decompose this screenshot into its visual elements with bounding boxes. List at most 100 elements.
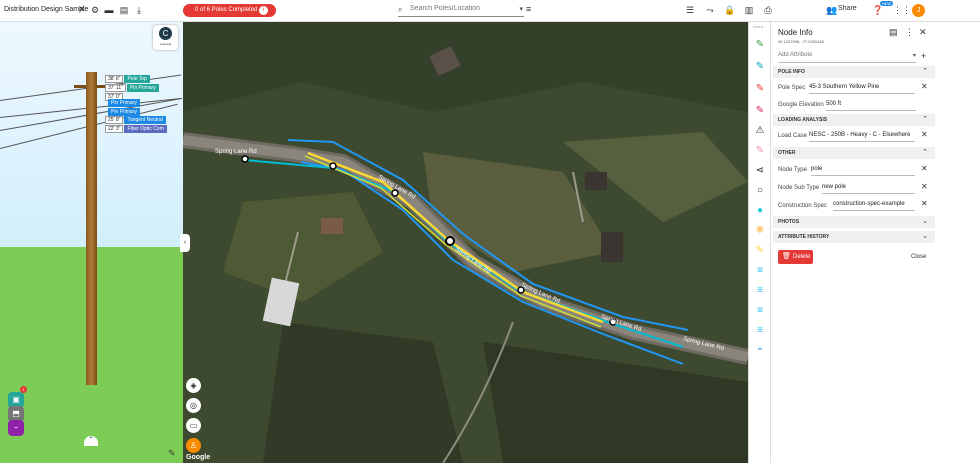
section-photos[interactable]: PHOTOS ⌄ xyxy=(773,216,935,228)
share-nodes-icon[interactable]: ⋖ xyxy=(753,164,767,178)
chevron-up-icon: ⌃ xyxy=(922,149,928,156)
load-case-label: Load Case xyxy=(778,133,808,139)
comment-icon[interactable]: ▤ xyxy=(889,27,898,38)
pole-label[interactable]: Pin Primary xyxy=(108,108,140,116)
pole-label[interactable]: 38' 6" Pole Top xyxy=(105,75,150,83)
google-attribution: Google xyxy=(186,454,211,461)
close-icon[interactable]: ✕ xyxy=(919,27,927,38)
progress-text: 0 of 6 Poles Completed xyxy=(195,7,258,13)
pink-pen-tool-icon[interactable]: ✎ xyxy=(753,144,767,158)
clear-icon[interactable]: ✕ xyxy=(921,164,928,173)
list-icon[interactable]: ☰ xyxy=(684,4,696,16)
google-elevation-field[interactable]: 500 ft xyxy=(826,101,916,111)
settings-gear-icon[interactable]: ⚙ xyxy=(89,4,101,16)
green-pen-tool-icon[interactable]: ✎ xyxy=(753,38,767,52)
locate-icon[interactable]: ◎ xyxy=(186,398,201,413)
teal-dot-tool-icon[interactable]: ● xyxy=(753,204,767,218)
lines-tool-icon[interactable]: ≡ xyxy=(753,324,767,338)
tools-column: TOOLS ✎ ✎ ✎ ✎ ⚠ ✎ ⋖ ○ ● ❋ ✎ ≡ ≡ ≡ ≡ ⌃ xyxy=(748,22,770,463)
utility-pole[interactable] xyxy=(86,72,97,385)
share-button[interactable]: Share xyxy=(838,5,857,12)
chevron-up-icon[interactable]: ⌃ xyxy=(753,346,767,360)
clear-icon[interactable]: ✕ xyxy=(921,199,928,208)
section-attribute-history[interactable]: ATTRIBUTE HISTORY ⌄ xyxy=(773,231,935,243)
chevron-down-icon[interactable]: ▾ xyxy=(519,5,523,13)
node-type-field[interactable]: pole xyxy=(811,166,915,176)
pole-marker[interactable] xyxy=(241,155,249,163)
people-icon[interactable]: 👥 xyxy=(826,4,838,16)
close-button[interactable]: Close xyxy=(911,254,926,260)
lines-tool-icon[interactable]: ≡ xyxy=(753,284,767,298)
chat-icon[interactable]: ▤ xyxy=(118,4,130,16)
avatar[interactable]: J xyxy=(912,4,925,17)
project-name[interactable]: Distribution Design Sample xyxy=(4,6,88,13)
tools-title: TOOLS xyxy=(753,25,764,29)
pencil-icon[interactable]: ✎ xyxy=(168,448,176,459)
pole-label[interactable]: 37' 11" Pin Primary xyxy=(105,84,159,92)
chevron-up-icon: ⌃ xyxy=(922,116,928,123)
search-input[interactable] xyxy=(410,5,510,12)
minus-fab-button[interactable]: − xyxy=(8,420,24,436)
panel-title: Node Info xyxy=(778,28,813,37)
pole-spec-label: Pole Spec xyxy=(778,85,806,91)
section-loading-analysis[interactable]: LOADING ANALYSIS ⌃ xyxy=(773,114,935,126)
pole-label[interactable]: Pin Primary xyxy=(108,99,140,107)
section-other[interactable]: OTHER ⌃ xyxy=(773,147,935,159)
satellite-map[interactable]: Spring Lane Rd Spring Lane Rd Spring Lan… xyxy=(183,22,748,463)
clear-icon[interactable]: ✕ xyxy=(921,130,928,139)
columns-icon[interactable]: ▥ xyxy=(743,4,755,16)
red-pen-tool-icon[interactable]: ✎ xyxy=(753,82,767,96)
section-pole-info[interactable]: POLE INFO ⌃ xyxy=(773,66,935,78)
warning-triangle-icon[interactable]: ⚠ xyxy=(753,124,767,138)
info-icon[interactable]: i xyxy=(259,6,268,15)
road-label: Spring Lane Rd xyxy=(215,149,257,155)
delete-button[interactable]: 🗑 Delete xyxy=(778,250,813,264)
more-vert-icon[interactable]: ⋮ xyxy=(905,27,914,38)
layers-icon[interactable]: ◈ xyxy=(186,378,201,393)
construction-spec-label: Construction Spec xyxy=(778,203,828,209)
close-project-icon[interactable]: ✕ xyxy=(78,4,86,15)
search-bar[interactable]: ⌕ ▾ xyxy=(398,4,524,17)
map-canvas: Spring Lane Rd Spring Lane Rd Spring Lan… xyxy=(183,22,748,463)
pole-spec-field[interactable]: 45-3 Southern Yellow Pine xyxy=(809,84,915,94)
street-view-icon[interactable]: ♙ xyxy=(186,438,201,453)
poles-progress-button[interactable]: 0 of 6 Poles Completed i xyxy=(183,4,276,17)
lock-icon[interactable]: 🔒 xyxy=(724,4,736,16)
orange-brush-tool-icon[interactable]: ❋ xyxy=(753,224,767,238)
construction-spec-field[interactable]: construction-spec-example xyxy=(833,201,915,211)
apps-grid-icon[interactable]: ⋮⋮ xyxy=(893,4,911,16)
pole-label[interactable]: 25' 8" Tangent Neutral xyxy=(105,116,166,124)
lines-tool-icon[interactable]: ≡ xyxy=(753,264,767,278)
pole-marker-selected[interactable] xyxy=(445,236,455,246)
filter-icon[interactable]: ≡ xyxy=(526,4,531,14)
google-elevation-label: Google Elevation xyxy=(778,102,824,108)
yellow-pen-tool-icon[interactable]: ✎ xyxy=(753,244,767,258)
print-icon[interactable]: ⎙ xyxy=(762,4,774,16)
lines-tool-icon[interactable]: ≡ xyxy=(753,304,767,318)
chevron-left-icon[interactable]: ‹ xyxy=(180,234,190,252)
clear-icon[interactable]: ✕ xyxy=(921,82,928,91)
clear-icon[interactable]: ✕ xyxy=(921,182,928,191)
cyan-pen-tool-icon[interactable]: ✎ xyxy=(753,60,767,74)
company-logo: C example xyxy=(153,25,178,50)
building xyxy=(601,232,623,262)
folder-icon[interactable]: ▬ xyxy=(103,4,115,16)
add-attribute-button[interactable]: + xyxy=(921,51,926,61)
pole-marker[interactable] xyxy=(329,162,337,170)
chevron-down-icon: ⌄ xyxy=(922,233,928,240)
node-sub-type-field[interactable]: new pole xyxy=(822,184,915,194)
ruler-icon[interactable]: ▭ xyxy=(186,418,201,433)
chart-icon[interactable]: ⤳ xyxy=(704,4,716,16)
load-case-field[interactable]: NESC - 250B - Heavy - C - Elsewhere xyxy=(809,132,915,142)
download-icon[interactable]: ⤓ xyxy=(133,4,145,16)
circle-tool-icon[interactable]: ○ xyxy=(753,184,767,198)
chevron-down-icon: ⌄ xyxy=(922,218,928,225)
trash-icon: 🗑 xyxy=(782,253,791,260)
node-type-label: Node Type xyxy=(778,167,807,173)
chevron-up-icon[interactable]: ⌃ xyxy=(84,436,98,446)
pole-3d-view[interactable]: 38' 6" Pole Top 37' 11" Pin Primary 37' 0"… xyxy=(0,22,183,463)
node-coordinates[interactable]: 40.1337098, -77.0251346 xyxy=(778,39,824,44)
add-attribute-select[interactable]: Add Attribute ▾ xyxy=(778,52,916,63)
pole-label[interactable]: 22' 3" Fiber Optic Com xyxy=(105,125,167,133)
magenta-pen-tool-icon[interactable]: ✎ xyxy=(753,104,767,118)
